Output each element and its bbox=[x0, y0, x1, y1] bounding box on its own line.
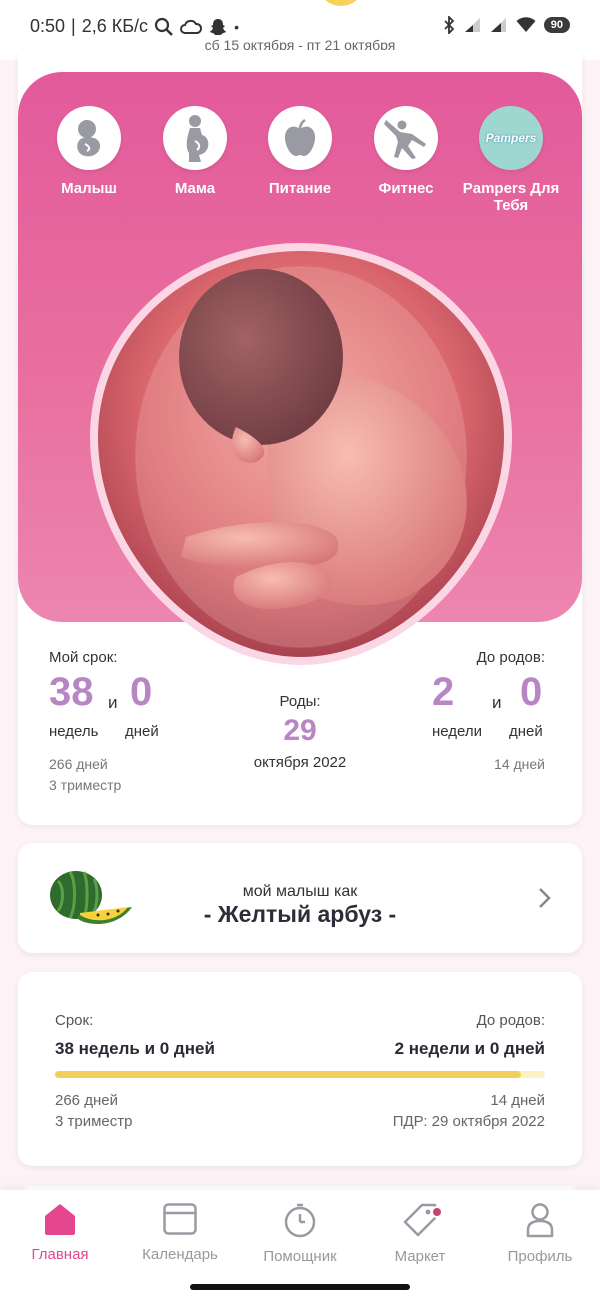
remaining-total-days: 14 дней bbox=[494, 756, 545, 772]
chevron-right-icon[interactable] bbox=[538, 887, 552, 909]
progress-remaining-label: До родов: bbox=[476, 1012, 545, 1029]
progress-due-date: ПДР: 29 октября 2022 bbox=[392, 1113, 545, 1130]
term-label: Мой срок: bbox=[49, 649, 118, 666]
category-baby[interactable]: Малыш bbox=[34, 106, 144, 197]
nav-profile[interactable]: Профиль bbox=[480, 1202, 600, 1265]
remaining-weeks-number: 2 bbox=[432, 670, 455, 714]
days-unit: дней bbox=[125, 723, 159, 740]
birth-label: Роды: bbox=[279, 693, 321, 710]
wifi-icon bbox=[516, 17, 536, 32]
home-icon bbox=[45, 1204, 75, 1235]
nav-label: Календарь bbox=[142, 1246, 218, 1263]
progress-remaining-value: 2 недели и 0 дней bbox=[394, 1039, 545, 1058]
week-strip[interactable]: 35 36 37 38 39 40 41 bbox=[40, 0, 560, 6]
progress-bar-fill bbox=[55, 1071, 521, 1078]
status-right: 90 bbox=[442, 16, 570, 34]
home-indicator[interactable] bbox=[190, 1284, 410, 1290]
cloud-icon bbox=[180, 19, 203, 34]
profile-icon bbox=[526, 1203, 554, 1238]
bottom-navigation: Главная Календарь Помощник Маркет Профил… bbox=[0, 1190, 600, 1299]
weeks-unit: недель bbox=[49, 723, 99, 740]
search-icon bbox=[154, 17, 173, 36]
nav-label: Маркет bbox=[394, 1248, 446, 1265]
fetus-illustration[interactable] bbox=[86, 237, 516, 667]
week-number[interactable]: 40 bbox=[470, 0, 488, 4]
progress-term-value: 38 недель и 0 дней bbox=[55, 1039, 215, 1058]
trimester: 3 триместр bbox=[49, 777, 122, 793]
signal-icon bbox=[490, 18, 506, 32]
category-label: Мама bbox=[174, 180, 216, 197]
nav-calendar[interactable]: Календарь bbox=[120, 1202, 240, 1263]
weeks-number: 38 bbox=[49, 670, 94, 714]
nav-label: Профиль bbox=[507, 1248, 573, 1265]
week-number[interactable]: 38 bbox=[330, 0, 348, 4]
nav-assistant[interactable]: Помощник bbox=[240, 1202, 360, 1265]
week-number[interactable]: 35 bbox=[120, 0, 138, 4]
week-number[interactable]: 36 bbox=[180, 0, 198, 4]
apple-icon bbox=[268, 106, 332, 170]
progress-term-label: Срок: bbox=[55, 1012, 94, 1029]
category-nutrition[interactable]: Питание bbox=[245, 106, 355, 197]
baby-size-fruit: - Желтый арбуз - bbox=[203, 901, 397, 927]
category-label: Малыш bbox=[61, 180, 117, 197]
bluetooth-icon bbox=[444, 16, 455, 34]
category-label: Pampers Для Тебя bbox=[462, 180, 560, 214]
remaining-and-label: и bbox=[492, 693, 502, 712]
remaining-label: До родов: bbox=[476, 649, 545, 666]
baby-icon bbox=[57, 106, 121, 170]
pregnancy-progress-bar bbox=[55, 1071, 545, 1078]
nav-market[interactable]: Маркет bbox=[360, 1202, 480, 1265]
baby-size-prefix: мой малыш как bbox=[242, 883, 358, 900]
week-number[interactable]: 39 bbox=[410, 0, 428, 4]
network-speed: 2,6 КБ/с bbox=[81, 16, 149, 36]
week-number[interactable]: 41 bbox=[530, 0, 548, 4]
nav-home[interactable]: Главная bbox=[0, 1202, 120, 1263]
status-time: 0:50 bbox=[30, 16, 66, 36]
category-label: Фитнес bbox=[378, 180, 434, 197]
and-label: и bbox=[108, 693, 118, 712]
snapchat-icon bbox=[210, 18, 227, 35]
nav-label: Помощник bbox=[263, 1248, 337, 1265]
category-pampers[interactable]: Pampers Pampers Для Тебя bbox=[456, 106, 566, 214]
pampers-logo-icon: Pampers bbox=[479, 106, 543, 170]
remaining-days-unit: дней bbox=[509, 723, 543, 740]
progress-card: Срок: До родов: 38 недель и 0 дней 2 нед… bbox=[18, 972, 582, 1166]
nav-label: Главная bbox=[31, 1246, 89, 1263]
pampers-logo-text: Pampers bbox=[485, 131, 537, 145]
remaining-days-number: 0 bbox=[520, 670, 543, 714]
category-label: Питание bbox=[268, 180, 332, 197]
baby-size-card[interactable]: мой малыш как - Желтый арбуз - bbox=[18, 843, 582, 953]
progress-days-passed: 266 дней bbox=[55, 1092, 118, 1109]
status-separator: | bbox=[71, 16, 76, 36]
notification-badge bbox=[431, 1206, 443, 1218]
days-number: 0 bbox=[130, 670, 153, 714]
category-mom[interactable]: Мама bbox=[140, 106, 250, 197]
status-left: 0:50 | 2,6 КБ/с • bbox=[30, 16, 239, 37]
remaining-weeks-unit: недели bbox=[432, 723, 483, 740]
category-fitness[interactable]: Фитнес bbox=[351, 106, 461, 197]
battery-indicator: 90 bbox=[543, 17, 570, 33]
signal-icon bbox=[464, 18, 480, 32]
timer-icon bbox=[284, 1203, 316, 1238]
status-dot: • bbox=[234, 18, 239, 35]
birth-day: 29 bbox=[283, 714, 317, 747]
pregnant-mother-icon bbox=[163, 106, 227, 170]
yoga-icon bbox=[374, 106, 438, 170]
progress-trimester: 3 триместр bbox=[55, 1113, 133, 1130]
birth-month: октября 2022 bbox=[253, 754, 347, 771]
calendar-icon bbox=[163, 1203, 197, 1235]
progress-days-left: 14 дней bbox=[490, 1092, 545, 1109]
total-days: 266 дней bbox=[49, 756, 108, 772]
week-number[interactable]: 37 bbox=[240, 0, 258, 4]
